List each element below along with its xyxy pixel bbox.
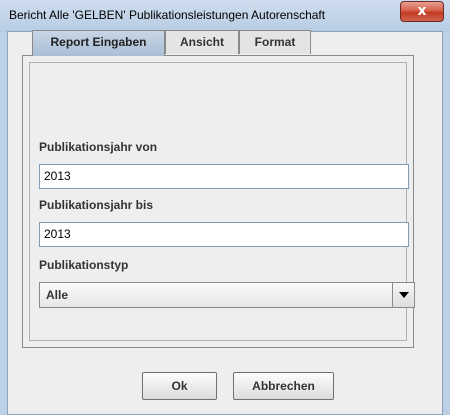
close-button[interactable]: x (400, 1, 444, 22)
tab-format[interactable]: Format (239, 30, 311, 54)
title-bar[interactable]: Bericht Alle 'GELBEN' Publikationsleistu… (0, 0, 450, 32)
tab-report-eingaben[interactable]: Report Eingaben (32, 30, 165, 56)
ok-button[interactable]: Ok (142, 372, 217, 400)
year-to-input[interactable]: 2013 (39, 222, 409, 247)
publication-type-label: Publikationstyp (39, 258, 129, 272)
year-from-label: Publikationsjahr von (39, 140, 158, 154)
window-title: Bericht Alle 'GELBEN' Publikationsleistu… (9, 8, 326, 22)
publication-type-value: Alle (46, 288, 69, 302)
publication-type-select[interactable]: Alle (39, 282, 415, 308)
cancel-button[interactable]: Abbrechen (233, 372, 334, 400)
dialog-window: Bericht Alle 'GELBEN' Publikationsleistu… (0, 0, 450, 415)
year-from-input[interactable]: 2013 (39, 164, 409, 189)
dropdown-button[interactable] (392, 283, 414, 307)
tab-ansicht[interactable]: Ansicht (165, 30, 239, 54)
chevron-down-icon (399, 292, 409, 298)
year-to-label: Publikationsjahr bis (39, 198, 154, 212)
close-icon: x (417, 3, 427, 19)
